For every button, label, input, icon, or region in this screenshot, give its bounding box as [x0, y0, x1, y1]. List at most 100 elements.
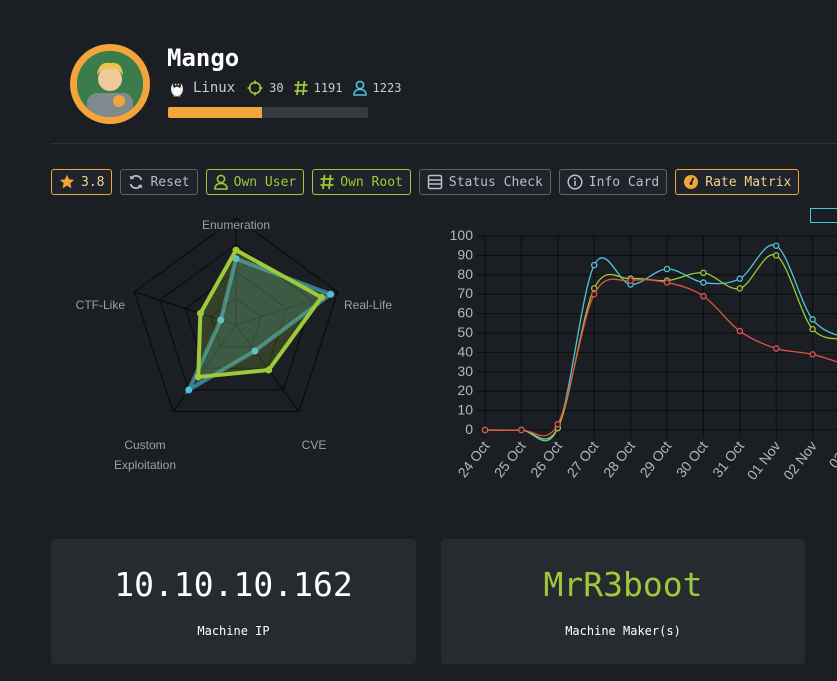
x-tick-label: 27 Oct: [564, 438, 602, 480]
machine-maker-value[interactable]: MrR3boot: [441, 565, 805, 604]
hash-icon: [294, 80, 308, 96]
radar-axis-label: Real-Life: [344, 298, 392, 312]
machine-maker-label: Machine Maker(s): [565, 624, 681, 638]
machine-ip-card: 10.10.10.162 Machine IP: [51, 539, 416, 664]
line-point: [736, 275, 744, 282]
rate-matrix-label: Rate Matrix: [705, 174, 792, 190]
machine-ip-value[interactable]: 10.10.10.162: [51, 565, 416, 604]
y-tick-label: 20: [457, 382, 473, 398]
machine-maker-card: MrR3boot Machine Maker(s): [441, 539, 805, 664]
radar-point: [196, 309, 204, 317]
x-tick-label: 28 Oct: [600, 438, 638, 480]
rating-button[interactable]: 3.8: [51, 169, 113, 195]
reset-button[interactable]: Reset: [120, 169, 198, 195]
x-tick-label: 03 N: [826, 438, 837, 471]
radar-chart: Enumeration Real-Life CVE Custom Exploitatio…: [76, 217, 392, 472]
line-point: [772, 252, 780, 259]
y-tick-label: 70: [457, 285, 473, 301]
x-tick-label: 29 Oct: [636, 438, 674, 480]
radar-point: [232, 246, 240, 254]
refresh-icon: [129, 174, 143, 190]
rate-matrix-button[interactable]: Rate Matrix: [675, 169, 800, 195]
machine-ip-label: Machine IP: [197, 624, 270, 638]
linux-penguin-icon: [167, 78, 187, 98]
x-tick-label: 30 Oct: [673, 438, 711, 480]
line-point: [736, 285, 744, 292]
radar-series-1: [196, 247, 325, 380]
own-root-button[interactable]: Own Root: [312, 169, 411, 195]
y-tick-label: 60: [457, 305, 473, 321]
radar-point: [194, 373, 202, 381]
radar-axis-label-line: Exploitation: [114, 458, 176, 472]
own-user-button[interactable]: Own User: [205, 169, 305, 195]
machine-avatar: [70, 44, 150, 124]
line-point: [772, 242, 780, 249]
x-tick-label: 31 Oct: [709, 438, 747, 480]
rating-value: 3.8: [81, 174, 105, 190]
line-point: [736, 327, 744, 335]
x-tick-label: 26 Oct: [527, 438, 565, 480]
own-root-label: Own Root: [340, 174, 403, 190]
reset-label: Reset: [150, 174, 190, 190]
line-point: [590, 290, 598, 298]
info-card-label: Info Card: [588, 174, 660, 190]
status-check-label: Status Check: [448, 174, 543, 190]
line-point: [590, 261, 598, 269]
line-point: [809, 316, 816, 323]
radar-point: [265, 366, 273, 374]
y-tick-label: 10: [457, 402, 473, 418]
line-series-1: [484, 254, 837, 440]
y-tick-label: 100: [450, 227, 474, 243]
radar-point: [327, 290, 335, 298]
root-owns-value: 1191: [313, 81, 343, 95]
x-tick-label: 25 Oct: [491, 438, 529, 480]
radar-point: [317, 293, 325, 301]
line-point: [700, 292, 707, 300]
x-tick-label: 01 Nov: [744, 438, 784, 483]
y-tick-label: 40: [457, 343, 473, 359]
gauge-icon: [684, 175, 699, 189]
crosshair-icon: [247, 80, 263, 96]
hash-icon: [320, 174, 334, 190]
radar-point: [185, 386, 193, 394]
difficulty-progress-bar: [168, 107, 368, 118]
server-icon: [427, 174, 443, 190]
line-point: [663, 265, 671, 273]
line-point: [772, 345, 780, 352]
star-icon: [59, 174, 75, 189]
user-owns-value: 1223: [372, 81, 402, 95]
line-point: [809, 351, 816, 358]
line-point: [518, 426, 525, 434]
radar-axis-label: Enumeration: [202, 218, 270, 232]
machine-name: Mango: [167, 44, 240, 72]
y-tick-label: 30: [457, 363, 473, 379]
radar-axis-label-line: Custom: [124, 438, 165, 452]
chart-legend-box[interactable]: [810, 208, 837, 223]
line-point: [554, 420, 562, 428]
line-point: [700, 269, 707, 277]
info-card-button[interactable]: Info Card: [558, 169, 668, 195]
radar-axis-label: CVE: [302, 438, 327, 452]
line-point: [627, 277, 634, 284]
line-series-0: [484, 244, 837, 442]
os-label: Linux: [193, 80, 236, 96]
line-series-2: [484, 278, 837, 437]
line-point: [700, 279, 707, 286]
y-tick-label: 90: [457, 246, 473, 262]
x-tick-label: 24 Oct: [454, 438, 492, 480]
header-divider: [50, 143, 837, 144]
status-check-button[interactable]: Status Check: [418, 169, 551, 195]
machine-meta: Linux 30 1191 1223: [167, 78, 411, 98]
line-point: [809, 325, 816, 333]
y-tick-label: 50: [457, 324, 473, 340]
radar-axis-label: CTF-Like: [76, 298, 126, 312]
x-tick-label: 02 Nov: [780, 438, 820, 483]
y-tick-label: 80: [457, 266, 473, 282]
radar-axis-label: Custom Exploitation: [114, 438, 176, 472]
difficulty-progress-fill: [168, 107, 262, 118]
avatar-image: [77, 51, 143, 117]
user-icon: [213, 174, 228, 190]
info-icon: [567, 174, 583, 190]
points-value: 30: [269, 81, 284, 95]
machine-header: Mango Linux 30 1191 1223: [0, 0, 837, 145]
